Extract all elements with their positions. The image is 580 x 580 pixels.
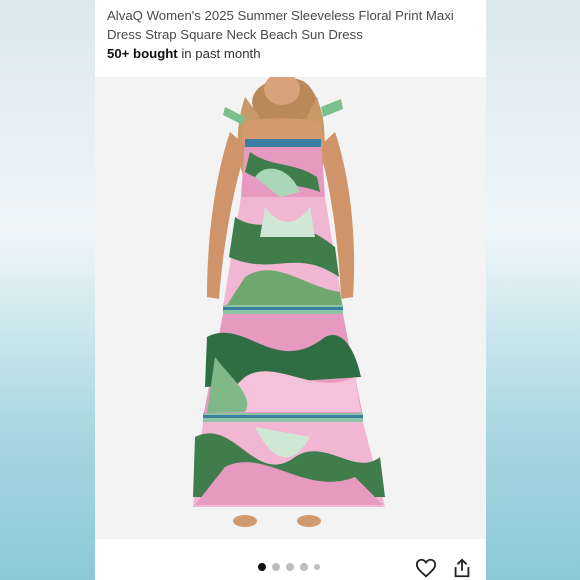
carousel-dots bbox=[258, 563, 320, 571]
carousel-dot-5[interactable] bbox=[314, 564, 320, 570]
carousel-controls bbox=[95, 547, 486, 580]
carousel-dot-2[interactable] bbox=[272, 563, 280, 571]
carousel-dot-4[interactable] bbox=[300, 563, 308, 571]
share-icon[interactable] bbox=[451, 557, 473, 579]
background-right bbox=[486, 0, 580, 580]
bought-count: 50+ bought bbox=[107, 46, 178, 61]
dress-illustration bbox=[193, 77, 385, 527]
background-left bbox=[0, 0, 95, 580]
product-card: AlvaQ Women's 2025 Summer Sleeveless Flo… bbox=[95, 0, 486, 580]
bought-suffix: in past month bbox=[177, 46, 261, 61]
product-title[interactable]: AlvaQ Women's 2025 Summer Sleeveless Flo… bbox=[107, 6, 479, 44]
heart-icon[interactable] bbox=[415, 557, 437, 579]
bought-info: 50+ bought in past month bbox=[107, 46, 261, 61]
carousel-dot-3[interactable] bbox=[286, 563, 294, 571]
product-image[interactable] bbox=[95, 77, 486, 539]
carousel-dot-1[interactable] bbox=[258, 563, 266, 571]
